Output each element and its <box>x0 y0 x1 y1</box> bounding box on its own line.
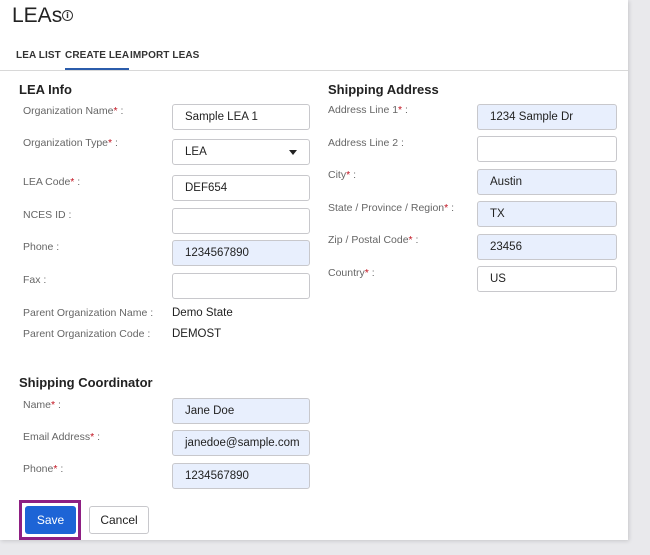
fax-input[interactable] <box>172 273 310 299</box>
label-suffix: : <box>117 105 124 117</box>
label-suffix: : <box>350 169 357 181</box>
tab-import-leas[interactable]: IMPORT LEAS <box>130 50 199 61</box>
lea-info-heading: LEA Info <box>19 82 72 97</box>
parent-org-code-label: Parent Organization Code : <box>23 328 151 340</box>
phone-input[interactable]: 1234567890 <box>172 240 310 266</box>
lea-code-input[interactable]: DEF654 <box>172 175 310 201</box>
label-text: Country <box>328 267 365 279</box>
shipping-address-heading: Shipping Address <box>328 82 439 97</box>
lea-code-label: LEA Code* : <box>23 176 80 188</box>
label-text: Email Address <box>23 431 91 443</box>
label-text: Phone <box>23 463 54 475</box>
address-line1-input[interactable]: 1234 Sample Dr <box>477 104 617 130</box>
phone-label: Phone : <box>23 241 60 253</box>
label-text: Organization Type <box>23 137 109 149</box>
label-text: Zip / Postal Code <box>328 234 409 246</box>
page-title: LEAs <box>12 4 63 27</box>
state-label: State / Province / Region* : <box>328 202 454 214</box>
label-suffix: : <box>368 267 375 279</box>
main-panel: LEAs i LEA LIST CREATE LEA IMPORT LEAS L… <box>0 0 628 540</box>
save-button[interactable]: Save <box>25 506 76 534</box>
shipping-coordinator-heading: Shipping Coordinator <box>19 375 153 390</box>
organization-name-input[interactable]: Sample LEA 1 <box>172 104 310 130</box>
parent-org-name-value: Demo State <box>172 307 233 319</box>
parent-org-code-value: DEMOST <box>172 328 222 340</box>
label-text: Organization Name <box>23 105 114 117</box>
country-input[interactable]: US <box>477 266 617 292</box>
caret-down-icon <box>289 150 297 155</box>
coordinator-email-input[interactable]: janedoe@sample.com <box>172 430 310 456</box>
coordinator-email-label: Email Address* : <box>23 431 100 443</box>
label-text: LEA Code <box>23 176 71 188</box>
cancel-button[interactable]: Cancel <box>89 506 149 534</box>
organization-type-select[interactable]: LEA <box>172 139 310 165</box>
label-text: City <box>328 169 347 181</box>
city-label: City* : <box>328 169 356 181</box>
label-suffix: : <box>74 176 81 188</box>
nces-id-input[interactable] <box>172 208 310 234</box>
city-input[interactable]: Austin <box>477 169 617 195</box>
coordinator-name-label: Name* : <box>23 399 61 411</box>
label-suffix: : <box>112 137 118 149</box>
organization-name-label: Organization Name* : <box>23 105 123 117</box>
tab-create-lea[interactable]: CREATE LEA <box>65 50 130 70</box>
tab-lea-list[interactable]: LEA LIST <box>16 50 61 61</box>
coordinator-phone-label: Phone* : <box>23 463 63 475</box>
label-suffix: : <box>55 399 61 411</box>
parent-org-name-label: Parent Organization Name : <box>23 307 154 319</box>
organization-type-value: LEA <box>185 146 207 158</box>
zip-input[interactable]: 23456 <box>477 234 617 260</box>
address-line1-label: Address Line 1* : <box>328 104 408 116</box>
label-text: State / Province / Region <box>328 202 445 214</box>
organization-type-label: Organization Type* : <box>23 137 118 149</box>
label-suffix: : <box>412 234 419 246</box>
nces-id-label: NCES ID : <box>23 209 72 221</box>
address-line2-input[interactable] <box>477 136 617 162</box>
zip-label: Zip / Postal Code* : <box>328 234 418 246</box>
label-text: Name <box>23 399 52 411</box>
info-icon[interactable]: i <box>62 10 73 21</box>
state-input[interactable]: TX <box>477 201 617 227</box>
country-label: Country* : <box>328 267 375 279</box>
address-line2-label: Address Line 2 : <box>328 137 404 149</box>
label-suffix: : <box>448 202 455 214</box>
label-suffix: : <box>94 431 101 443</box>
label-suffix: : <box>57 463 64 475</box>
coordinator-phone-input[interactable]: 1234567890 <box>172 463 310 489</box>
tab-bar: LEA LIST CREATE LEA IMPORT LEAS <box>0 42 628 71</box>
label-text: Address Line 1 <box>328 104 399 116</box>
fax-label: Fax : <box>23 274 47 286</box>
coordinator-name-input[interactable]: Jane Doe <box>172 398 310 424</box>
label-suffix: : <box>402 104 408 116</box>
